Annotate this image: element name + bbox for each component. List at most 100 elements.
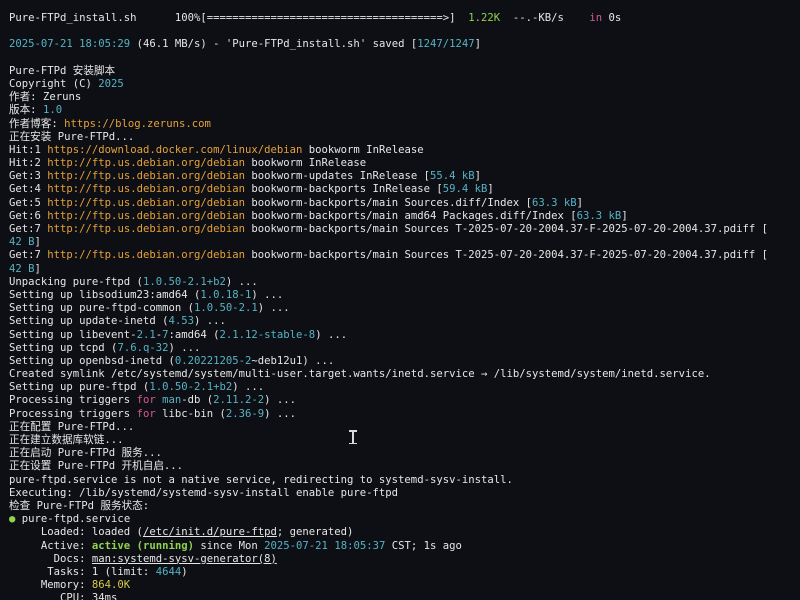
terminal-text-segment: Docs: [9, 552, 92, 565]
terminal-line: pure-ftpd.service is not a native servic… [9, 474, 788, 487]
terminal-text-segment: http://ftp.us.debian.org/debian [47, 196, 245, 209]
terminal-text-segment: 0.20221205-2 [174, 354, 252, 367]
terminal-text-segment: 正在设置 Pure-FTPd 开机自启... [9, 460, 184, 473]
terminal-text-segment: libc-bin ( [155, 407, 226, 420]
terminal-text-segment: 1.22K [468, 12, 501, 24]
terminal-line: 检查 Pure-FTPd 服务状态: [9, 500, 788, 513]
terminal-text-segment: man [162, 394, 182, 407]
terminal-text-segment: Setting up pure-ftpd ( [9, 381, 150, 394]
terminal-text-segment: Pure-FTPd 安装脚本 [9, 64, 116, 77]
terminal-text-segment: 1.0.50-2.1+b2 [142, 275, 226, 288]
terminal-text-segment: ) ... [264, 394, 297, 407]
terminal-text-segment: Unpacking pure-ftpd ( [9, 275, 143, 288]
terminal-text-segment: Get:5 [9, 196, 48, 209]
terminal-text-segment: 100% [174, 12, 201, 24]
terminal-line: Pure-FTPd 安装脚本 [9, 65, 788, 78]
terminal-text-segment: 2.1.12-stable-8 [219, 328, 316, 341]
terminal-text-segment: 42 B [9, 262, 35, 275]
terminal-text-segment: Tasks: 1 (limit: [9, 565, 156, 578]
terminal-text-segment: ) ... [168, 341, 201, 354]
terminal-text-segment: 作者博客: [9, 117, 65, 130]
terminal-line: 2025-07-21 18:05:29 (46.1 MB/s) - 'Pure-… [9, 38, 788, 51]
terminal-text-segment: http://ftp.us.debian.org/debian [47, 157, 245, 170]
terminal-line: Setting up pure-ftpd (1.0.50-2.1+b2) ... [9, 381, 788, 394]
terminal-text-segment: 1247/1247 [417, 38, 475, 51]
terminal-text-segment: Executing: /lib/systemd/systemd-sysv-ins… [9, 486, 399, 499]
terminal-text-segment: Setting up tcpd ( [9, 341, 118, 354]
terminal-text-segment: 1.0.18-1 [200, 288, 252, 301]
ibeam-cursor-icon [349, 430, 357, 444]
terminal-text-segment: ] [474, 170, 482, 183]
terminal-line: Get:6 http://ftp.us.debian.org/debian bo… [9, 210, 788, 223]
terminal-text-segment: http://ftp.us.debian.org/debian [47, 183, 245, 196]
terminal-text-segment: Copyright (C) [9, 77, 99, 90]
terminal-text-segment: ~deb12u1) ... [251, 354, 335, 367]
terminal-text-segment: active (running) [91, 539, 194, 552]
terminal-text-segment: ] [34, 236, 41, 249]
terminal-text-segment: http://ftp.us.debian.org/debian [47, 249, 245, 262]
terminal-text-segment: Setting up openbsd-inetd ( [9, 354, 175, 367]
terminal-text-segment: CPU: 34ms [9, 592, 118, 600]
terminal-text-segment: 864.0K [91, 579, 131, 592]
terminal-line: 版本: 1.0 [9, 104, 788, 117]
terminal-text-segment: 4644 [155, 565, 182, 578]
terminal-text-segment: bookworm-backports InRelease [ [245, 183, 443, 196]
terminal-line: Setting up pure-ftpd-common (1.0.50-2.1)… [9, 302, 788, 315]
terminal-line: 正在设置 Pure-FTPd 开机自启... [9, 460, 788, 473]
terminal-line: Pure-FTPd_install.sh 100%[==============… [9, 12, 788, 25]
terminal-text-segment: https://download.docker.com/linux/debian [47, 143, 303, 156]
terminal-line: ● pure-ftpd.service [9, 513, 788, 526]
terminal-text-segment: ) ... [251, 288, 284, 301]
terminal-text-segment: http://ftp.us.debian.org/debian [47, 209, 245, 222]
terminal-text-segment: http://ftp.us.debian.org/debian [47, 170, 245, 183]
terminal-text-segment: pure-ftpd.service is not a native servic… [9, 473, 513, 486]
terminal-text-segment: 59.4 kB [442, 183, 488, 196]
terminal-line: Hit:2 http://ftp.us.debian.org/debian bo… [9, 157, 788, 170]
terminal-text-segment: 1.0 [42, 104, 63, 117]
terminal-window[interactable]: Pure-FTPd_install.sh 100%[==============… [0, 0, 800, 600]
terminal-text-segment: 63.3 kB [576, 209, 622, 222]
terminal-text-segment: ) ... [232, 381, 265, 394]
terminal-text-segment: ) ... [193, 315, 226, 328]
terminal-line: 作者博客: https://blog.zeruns.com [9, 118, 788, 131]
terminal-line: Setting up libevent-2.1-7:amd64 (2.1.12-… [9, 329, 788, 342]
terminal-text-segment: :amd64 ( [168, 328, 220, 341]
terminal-line: Processing triggers for libc-bin (2.36-9… [9, 408, 788, 421]
terminal-text-segment: bookworm-backports/main Sources T-2025-0… [245, 249, 768, 262]
terminal-line: Processing triggers for man-db (2.11.2-2… [9, 394, 788, 407]
terminal-text-segment: 检查 Pure-FTPd 服务状态: [9, 499, 150, 512]
terminal-line: 42 B] [9, 263, 788, 276]
terminal-line: Setting up libsodium23:amd64 (1.0.18-1) … [9, 289, 788, 302]
terminal-text-segment: man:systemd-sysv-generator(8) [91, 552, 277, 565]
terminal-text-segment: bookworm InRelease [245, 157, 367, 170]
terminal-text-segment: ; generated) [276, 526, 354, 539]
terminal-text-segment: Get:3 [9, 170, 48, 183]
terminal-text-segment: 4.53 [168, 315, 194, 328]
terminal-line: 作者: Zeruns [9, 91, 788, 104]
terminal-text-segment: Get:7 [9, 249, 48, 262]
terminal-text-segment: ) ... [264, 407, 297, 420]
terminal-text-segment: ] [576, 196, 584, 209]
terminal-line: Hit:1 https://download.docker.com/linux/… [9, 144, 788, 157]
terminal-text-segment: bookworm-updates InRelease [ [245, 170, 430, 183]
terminal-line: Memory: 864.0K [9, 579, 788, 592]
terminal-text-segment: bookworm-backports/main Sources T-2025-0… [245, 223, 768, 235]
terminal-line: 正在启动 Pure-FTPd 服务... [9, 447, 788, 460]
terminal-text-segment: 2025-07-21 18:05:29 [9, 38, 131, 51]
terminal-text-segment: pure-ftpd.service [21, 513, 131, 526]
terminal-text-segment: 63.3 kB [532, 196, 577, 209]
terminal-text-segment: http://ftp.us.debian.org/debian [47, 223, 245, 235]
terminal-text-segment: ) [181, 565, 188, 578]
terminal-line: Get:5 http://ftp.us.debian.org/debian bo… [9, 197, 788, 210]
terminal-text-segment: 55.4 kB [429, 170, 475, 183]
terminal-text-segment: ] [487, 183, 494, 196]
terminal-text-segment: Hit:1 [9, 143, 48, 156]
terminal-text-segment: bookworm-backports/main Sources.diff/Ind… [245, 196, 533, 209]
terminal-line: Get:3 http://ftp.us.debian.org/debian bo… [9, 170, 788, 183]
terminal-text-segment: ] [621, 209, 628, 222]
terminal-text-segment: 正在安装 Pure-FTPd... [9, 130, 135, 143]
terminal-text-segment: 42 B [9, 236, 35, 249]
terminal-text-segment: Setting up update-inetd ( [9, 315, 169, 328]
